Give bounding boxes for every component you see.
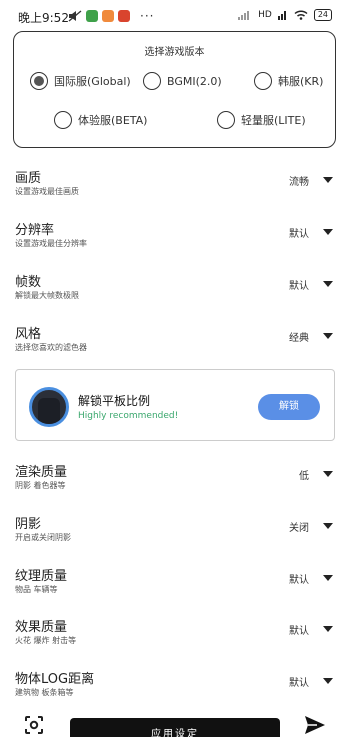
signal-icon: [277, 11, 286, 20]
radio-unselected-icon: [217, 111, 235, 129]
tablet-ratio-card: 解锁平板比例 Highly recommended! 解锁: [15, 369, 335, 441]
setting-title: 纹理质量: [15, 569, 68, 584]
setting-value: 关闭: [289, 523, 309, 534]
radio-label: 体验服(BETA): [78, 114, 148, 127]
radio-unselected-icon: [54, 111, 72, 129]
setting-desc: 设置游戏最佳分辨率: [15, 239, 87, 248]
battery-icon: 24: [313, 9, 332, 21]
setting-title: 渲染质量: [15, 465, 68, 480]
radio-label: 韩服(KR): [278, 75, 324, 88]
dropdown-arrow-icon[interactable]: [323, 575, 333, 581]
app-notification-icon: [86, 10, 98, 22]
scan-icon[interactable]: [24, 715, 44, 735]
wifi-icon: [294, 10, 308, 20]
dropdown-arrow-icon[interactable]: [323, 177, 333, 183]
more-notifications-icon: ···: [140, 9, 155, 23]
network-type-label: HD: [258, 10, 272, 20]
setting-value: 经典: [289, 333, 309, 344]
setting-desc: 建筑物 板条箱等: [15, 688, 74, 697]
setting-value: 默认: [289, 626, 309, 637]
setting-row-quality[interactable]: 画质 设置游戏最佳画质 流畅: [15, 167, 335, 211]
radio-kr[interactable]: 韩服(KR): [254, 72, 323, 90]
setting-value: 默认: [289, 678, 309, 689]
setting-title: 分辨率: [15, 223, 55, 238]
card-title: 解锁平板比例: [78, 394, 151, 408]
mute-icon: [68, 10, 82, 22]
setting-value: 默认: [289, 281, 309, 292]
dropdown-arrow-icon[interactable]: [323, 229, 333, 235]
notification-icons: ···: [68, 9, 154, 23]
dropdown-arrow-icon[interactable]: [323, 281, 333, 287]
app-notification-icon: [102, 10, 114, 22]
setting-desc: 开启或关闭阴影: [15, 533, 71, 542]
dropdown-arrow-icon[interactable]: [323, 523, 333, 529]
send-icon[interactable]: [304, 715, 326, 735]
status-bar: 晚上9:52 ··· HD 24: [0, 0, 350, 32]
avatar: [29, 387, 69, 427]
setting-row-texture[interactable]: 纹理质量 物品 车辆等 默认: [15, 565, 335, 609]
setting-value: 默认: [289, 575, 309, 586]
dropdown-arrow-icon[interactable]: [323, 471, 333, 477]
setting-row-render-quality[interactable]: 渲染质量 阴影 着色器等 低: [15, 461, 335, 505]
radio-selected-icon: [30, 72, 48, 90]
setting-row-style[interactable]: 风格 选择您喜欢的滤色器 经典: [15, 323, 335, 367]
radio-bgmi[interactable]: BGMI(2.0): [143, 72, 222, 90]
apply-settings-button[interactable]: 应用设定: [70, 718, 280, 737]
setting-title: 风格: [15, 327, 42, 342]
setting-title: 阴影: [15, 517, 42, 532]
setting-value: 低: [299, 471, 309, 482]
radio-beta[interactable]: 体验服(BETA): [54, 111, 147, 129]
setting-value: 默认: [289, 229, 309, 240]
setting-desc: 物品 车辆等: [15, 585, 58, 594]
game-version-panel: 选择游戏版本 国际服(Global) BGMI(2.0) 韩服(KR) 体验服(…: [13, 31, 336, 148]
setting-row-shadow[interactable]: 阴影 开启或关闭阴影 关闭: [15, 513, 335, 557]
setting-title: 帧数: [15, 275, 42, 290]
setting-title: 画质: [15, 171, 42, 186]
radio-global[interactable]: 国际服(Global): [30, 72, 131, 90]
setting-row-fps[interactable]: 帧数 解锁最大帧数极限 默认: [15, 271, 335, 315]
signal-icon: [238, 11, 250, 20]
setting-value: 流畅: [289, 177, 309, 188]
dropdown-arrow-icon[interactable]: [323, 678, 333, 684]
radio-label: BGMI(2.0): [167, 74, 222, 88]
setting-desc: 选择您喜欢的滤色器: [15, 343, 87, 352]
setting-row-effects[interactable]: 效果质量 火花 爆炸 射击等 默认: [15, 616, 335, 660]
status-time: 晚上9:52: [18, 11, 69, 25]
dropdown-arrow-icon[interactable]: [323, 626, 333, 632]
radio-unselected-icon: [254, 72, 272, 90]
setting-desc: 阴影 着色器等: [15, 481, 66, 490]
radio-unselected-icon: [143, 72, 161, 90]
setting-row-resolution[interactable]: 分辨率 设置游戏最佳分辨率 默认: [15, 219, 335, 263]
unlock-button[interactable]: 解锁: [258, 394, 320, 420]
radio-lite[interactable]: 轻量服(LITE): [217, 111, 306, 129]
system-icons: HD 24: [238, 9, 332, 21]
dropdown-arrow-icon[interactable]: [323, 333, 333, 339]
app-notification-icon: [118, 10, 130, 22]
radio-label: 国际服(Global): [54, 75, 131, 88]
setting-title: 物体LOG距离: [15, 672, 95, 687]
card-subtitle: Highly recommended!: [78, 411, 179, 421]
bottom-bar: 应用设定: [0, 705, 350, 737]
radio-label: 轻量服(LITE): [241, 114, 306, 127]
setting-desc: 解锁最大帧数极限: [15, 291, 79, 300]
version-panel-title: 选择游戏版本: [144, 47, 205, 58]
setting-desc: 设置游戏最佳画质: [15, 187, 79, 196]
setting-desc: 火花 爆炸 射击等: [15, 636, 77, 645]
setting-title: 效果质量: [15, 620, 68, 635]
